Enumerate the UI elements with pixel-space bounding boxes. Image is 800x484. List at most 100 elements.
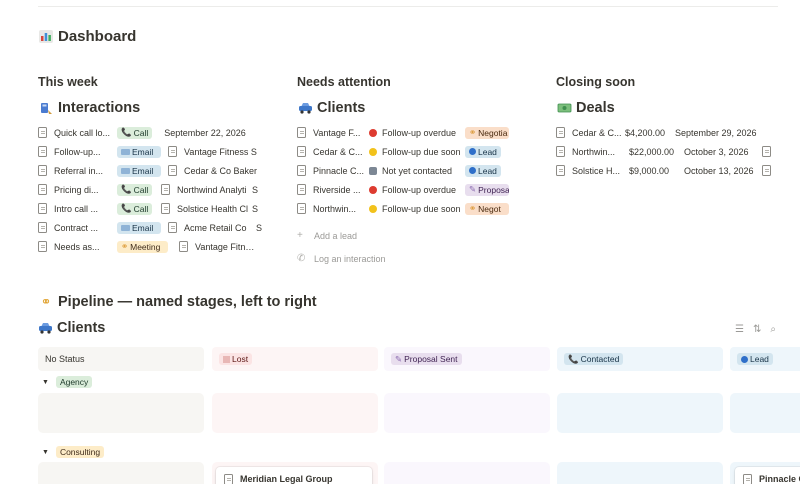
page-icon bbox=[556, 127, 565, 138]
interaction-row[interactable]: Referral in... Email Cedar & Co Baker bbox=[38, 161, 263, 180]
log-interaction-button[interactable]: ✆ Log an interaction bbox=[297, 247, 522, 270]
group-tag: Agency bbox=[55, 376, 93, 388]
related-client[interactable]: Acme Retail Co bbox=[184, 223, 254, 233]
column-proposal-sent[interactable]: ✎ Proposal Sent bbox=[384, 347, 550, 371]
interaction-row[interactable]: Contract ... Email Acme Retail Co S bbox=[38, 218, 263, 237]
sort-icon[interactable]: ⇅ bbox=[753, 324, 761, 335]
no-entry-icon bbox=[223, 355, 230, 363]
stage-tag: ⚭ Negotia bbox=[465, 126, 509, 139]
type-tag-email: Email bbox=[117, 145, 161, 158]
page-icon bbox=[38, 165, 47, 176]
deal-name: Cedar & C... bbox=[572, 127, 622, 138]
client-row[interactable]: Vantage F... Follow-up overdue ⚭ Negotia bbox=[297, 123, 522, 142]
handshake-icon: ⚭ bbox=[469, 203, 477, 213]
interactions-db-title[interactable]: Interactions bbox=[38, 98, 263, 118]
group-agency[interactable]: ▼ Agency bbox=[42, 376, 93, 388]
column-lost[interactable]: Lost bbox=[212, 347, 378, 371]
deal-amount: $9,000.00 bbox=[629, 165, 670, 176]
board-cell[interactable] bbox=[212, 393, 378, 433]
interaction-row[interactable]: Follow-up... Email Vantage Fitness S bbox=[38, 142, 263, 161]
page-title-text: Dashboard bbox=[58, 28, 137, 45]
this-week-section: This week Interactions Quick call lo... … bbox=[38, 74, 263, 256]
gray-square-icon bbox=[369, 166, 377, 175]
page-icon bbox=[161, 184, 170, 195]
board-card[interactable]: Pinnacle C bbox=[735, 467, 800, 484]
board-cell[interactable] bbox=[384, 462, 550, 484]
interaction-row[interactable]: Intro call ... 📞 Call Solstice Health Cl … bbox=[38, 199, 263, 218]
interaction-row[interactable]: Pricing di... 📞 Call Northwind Analyti S bbox=[38, 180, 263, 199]
client-row[interactable]: Pinnacle C... Not yet contacted Lead bbox=[297, 161, 522, 180]
interaction-date: September 22, 2026 bbox=[164, 127, 246, 138]
top-divider bbox=[38, 6, 778, 7]
clients-db-title[interactable]: Clients bbox=[297, 98, 522, 118]
red-circle-icon bbox=[369, 128, 377, 137]
related-client[interactable]: Solstice Health Cl bbox=[177, 204, 249, 214]
deal-row[interactable]: Solstice H... $9,000.00 October 13, 2026 bbox=[556, 161, 781, 180]
page-icon bbox=[556, 146, 565, 157]
caret-down-icon[interactable]: ▼ bbox=[42, 379, 49, 386]
column-tag: 📞 Contacted bbox=[564, 353, 624, 365]
plus-icon: + bbox=[297, 230, 303, 241]
deal-close-date: October 13, 2026 bbox=[684, 165, 754, 176]
caret-down-icon[interactable]: ▼ bbox=[42, 449, 49, 456]
board-db-title[interactable]: Clients bbox=[38, 320, 105, 336]
page-icon bbox=[297, 146, 306, 157]
blue-circle-icon bbox=[741, 355, 748, 363]
board-cell[interactable] bbox=[38, 393, 204, 433]
needs-attention-section: Needs attention Clients Vantage F... Fol… bbox=[297, 74, 522, 270]
related-extra: S bbox=[252, 203, 259, 214]
page-icon bbox=[161, 203, 170, 214]
interaction-row[interactable]: Needs as... ⚭ Meeting Vantage Fitness bbox=[38, 237, 263, 256]
page-icon bbox=[168, 146, 177, 157]
interaction-title: Referral in... bbox=[54, 165, 104, 176]
board-cell[interactable] bbox=[384, 393, 550, 433]
board-card[interactable]: Meridian Legal Group bbox=[216, 467, 372, 484]
interactions-list: Quick call lo... 📞 Call September 22, 202… bbox=[38, 123, 263, 256]
board-cell[interactable] bbox=[557, 393, 723, 433]
followup-status: Follow-up due soon bbox=[382, 146, 461, 157]
related-client[interactable]: Vantage Fitness bbox=[195, 242, 259, 252]
type-tag-call: 📞 Call bbox=[117, 183, 152, 196]
interaction-row[interactable]: Quick call lo... 📞 Call September 22, 202… bbox=[38, 123, 263, 142]
client-name: Vantage F... bbox=[313, 127, 361, 138]
log-interaction-label: Log an interaction bbox=[314, 253, 386, 264]
page-icon bbox=[38, 184, 47, 195]
column-lead[interactable]: Lead bbox=[730, 347, 800, 371]
bar-chart-icon bbox=[38, 30, 54, 44]
search-icon[interactable]: ⌕ bbox=[770, 324, 776, 335]
car-icon bbox=[38, 322, 53, 334]
related-client[interactable]: Vantage Fitness S bbox=[184, 147, 258, 157]
filter-icon[interactable]: ☰ bbox=[735, 324, 744, 335]
handshake-icon: ⚭ bbox=[121, 241, 129, 251]
related-client[interactable]: Northwind Analyti bbox=[177, 185, 249, 195]
client-row[interactable]: Northwin... Follow-up due soon ⚭ Negot bbox=[297, 199, 522, 218]
add-lead-button[interactable]: + Add a lead bbox=[297, 224, 522, 247]
board-cell[interactable] bbox=[557, 462, 723, 484]
deal-row[interactable]: Cedar & C... $4,200.00 September 29, 202… bbox=[556, 123, 781, 142]
closing-soon-section: Closing soon Deals Cedar & C... $4,200.0… bbox=[556, 74, 781, 180]
column-tag: Lead bbox=[737, 353, 773, 365]
scroll-icon: ✎ bbox=[469, 184, 477, 194]
deals-db-title[interactable]: Deals bbox=[556, 98, 781, 118]
deals-list: Cedar & C... $4,200.00 September 29, 202… bbox=[556, 123, 781, 180]
group-consulting[interactable]: ▼ Consulting bbox=[42, 446, 105, 458]
phone-icon: 📞 bbox=[568, 353, 579, 364]
blue-circle-icon bbox=[469, 167, 476, 174]
column-tag: Lost bbox=[219, 353, 253, 365]
client-row[interactable]: Cedar & C... Follow-up due soon Lead bbox=[297, 142, 522, 161]
board-cell[interactable] bbox=[730, 393, 800, 433]
page-icon bbox=[556, 165, 565, 176]
related-extra: S bbox=[256, 222, 263, 233]
related-client[interactable]: Cedar & Co Baker bbox=[184, 166, 258, 176]
column-label: No Status bbox=[45, 354, 85, 364]
board-cell[interactable] bbox=[38, 462, 204, 484]
interaction-title: Contract ... bbox=[54, 222, 99, 233]
blue-circle-icon bbox=[469, 148, 476, 155]
phone-icon: 📞 bbox=[121, 127, 132, 137]
page-icon bbox=[38, 222, 47, 233]
client-row[interactable]: Riverside ... Follow-up overdue ✎ Proposa bbox=[297, 180, 522, 199]
column-no-status[interactable]: No Status bbox=[38, 347, 204, 371]
deal-row[interactable]: Northwin... $22,000.00 October 3, 2026 bbox=[556, 142, 781, 161]
client-name: Riverside ... bbox=[313, 184, 361, 195]
column-contacted[interactable]: 📞 Contacted bbox=[557, 347, 723, 371]
